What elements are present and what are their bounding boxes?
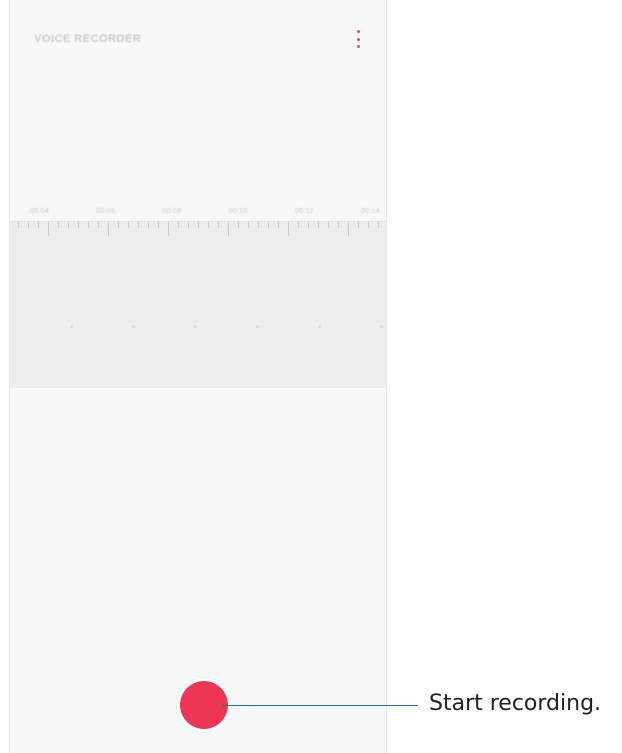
timeline-tick — [188, 222, 189, 228]
waveform-dot — [256, 325, 259, 328]
timeline-tick — [38, 222, 39, 228]
timeline-tick — [218, 222, 219, 228]
app-title: VOICE RECORDER — [34, 33, 142, 45]
timeline-tick — [208, 222, 209, 228]
menu-dot — [356, 45, 360, 48]
waveform-dot — [318, 325, 321, 328]
timeline-tick — [28, 222, 29, 228]
phone-screen: VOICE RECORDER 00:04 00:06 00:08 00:10 0… — [9, 0, 387, 753]
timeline-tick — [258, 222, 259, 228]
timeline-tick — [108, 222, 109, 236]
timeline-label: 00:10 — [228, 208, 248, 215]
timeline-tick — [308, 222, 309, 228]
timeline-tick — [148, 222, 149, 228]
more-options-icon[interactable] — [353, 30, 363, 48]
timeline-tick — [168, 222, 169, 236]
waveform-dot — [194, 325, 197, 328]
timeline-ticks — [10, 222, 386, 246]
timeline-tick — [228, 222, 229, 236]
waveform-area — [10, 221, 386, 388]
timeline-tick — [128, 222, 129, 228]
timeline-tick — [118, 222, 119, 228]
timeline-label: 00:12 — [294, 208, 314, 215]
waveform-baseline — [10, 325, 386, 331]
waveform-dot — [132, 325, 135, 328]
timeline-tick — [368, 222, 369, 228]
timeline-tick — [248, 222, 249, 228]
timeline-tick — [338, 222, 339, 228]
timeline-tick — [358, 222, 359, 228]
timeline-tick — [158, 222, 159, 228]
callout-label: Start recording. — [429, 691, 602, 716]
timeline-label: 00:08 — [162, 208, 182, 215]
timeline-tick — [58, 222, 59, 228]
timeline-tick — [88, 222, 89, 228]
timeline-tick — [138, 222, 139, 228]
timeline-label: 00:14 — [360, 208, 380, 215]
timeline-tick — [178, 222, 179, 228]
timeline-tick — [268, 222, 269, 228]
timeline-tick — [298, 222, 299, 228]
menu-dot — [356, 37, 360, 41]
timeline-tick — [198, 222, 199, 228]
timeline-tick — [68, 222, 69, 228]
record-icon — [180, 681, 228, 729]
timeline-tick — [18, 222, 19, 228]
waveform-dot — [380, 325, 383, 328]
timeline-tick — [98, 222, 99, 228]
timeline-tick — [348, 222, 349, 236]
timeline-label: 00:04 — [30, 208, 50, 215]
timeline-labels: 00:04 00:06 00:08 00:10 00:12 00:14 — [30, 208, 380, 215]
timeline-tick — [378, 222, 379, 228]
timeline-tick — [48, 222, 49, 236]
menu-dot — [356, 30, 360, 33]
timeline-label: 00:06 — [96, 208, 116, 215]
timeline-tick — [278, 222, 279, 228]
timeline-tick — [238, 222, 239, 228]
timeline-tick — [328, 222, 329, 228]
callout-line — [222, 705, 418, 706]
timeline-tick — [318, 222, 319, 228]
timeline-tick — [288, 222, 289, 236]
timeline-tick — [78, 222, 79, 228]
waveform-dot — [70, 325, 73, 328]
